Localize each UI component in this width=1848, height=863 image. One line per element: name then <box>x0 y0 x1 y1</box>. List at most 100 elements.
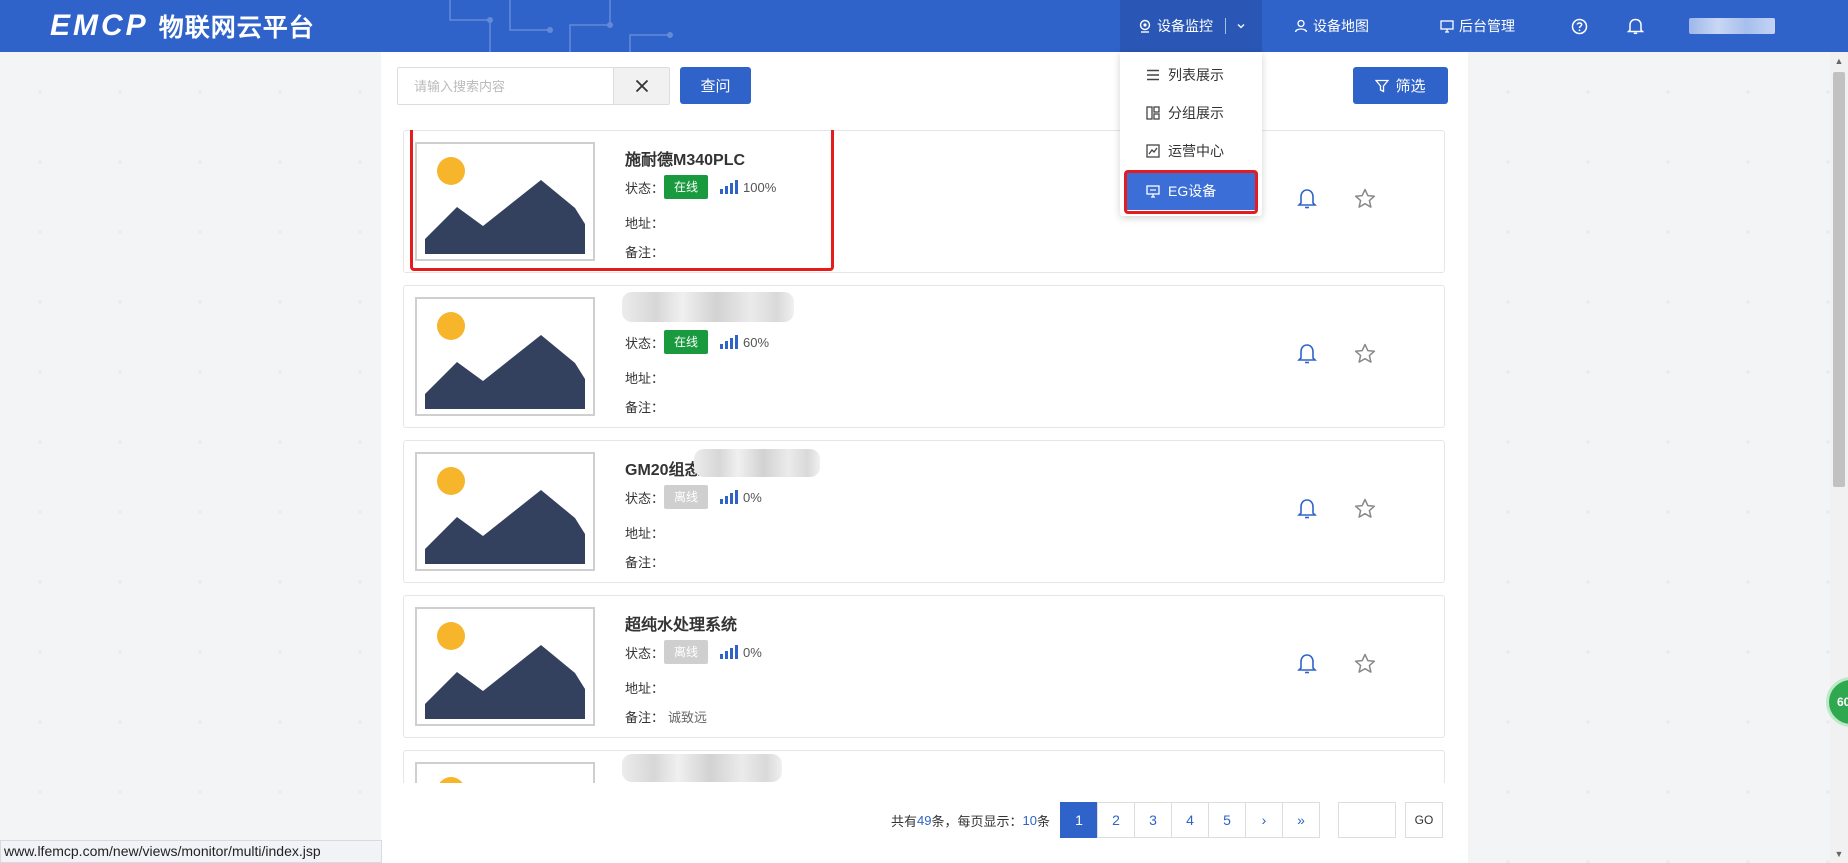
signal-strength: 60% <box>743 334 770 350</box>
nav-separator <box>1225 18 1226 34</box>
device-name[interactable]: GM20组态 <box>625 456 701 480</box>
filter-button[interactable]: 筛选 <box>1353 67 1448 104</box>
scroll-up-arrow[interactable]: ▲ <box>1830 52 1848 70</box>
menu-item-label: 列表展示 <box>1168 67 1224 83</box>
notifications-button[interactable] <box>1627 0 1649 52</box>
device-card[interactable]: 施耐德M340PLC 状态： 在线 100% 地址： 备注： <box>403 130 1445 273</box>
device-card[interactable] <box>403 750 1445 783</box>
device-address-row: 地址： <box>625 523 668 542</box>
favorite-star-icon[interactable] <box>1354 653 1376 674</box>
alarm-bell-icon[interactable] <box>1297 342 1317 364</box>
note-label: 备注： <box>625 555 665 570</box>
menu-item-label: 运营中心 <box>1168 143 1224 159</box>
device-monitor-dropdown: 列表展示 分组展示 运营中心 EG设备 <box>1120 52 1262 216</box>
close-icon <box>635 79 648 93</box>
goto-page-input[interactable] <box>1338 802 1396 838</box>
logo-emcp-text: EMCP <box>50 9 149 42</box>
alarm-bell-icon[interactable] <box>1297 652 1317 674</box>
page-button[interactable]: 5 <box>1208 802 1246 838</box>
page-scrollbar[interactable]: ▲ ▼ <box>1830 52 1848 863</box>
total-suffix: 条 <box>1036 813 1050 829</box>
note-label: 备注： <box>625 400 665 415</box>
menu-item-list-view[interactable]: 列表展示 <box>1120 56 1262 94</box>
nav-device-monitor-label: 设备监控 <box>1157 18 1213 34</box>
page-button[interactable]: 3 <box>1134 802 1172 838</box>
status-badge: 在线 <box>664 330 709 354</box>
per-page-count: 10 <box>1022 812 1037 828</box>
device-card[interactable]: 超纯水处理系统 状态： 离线 0% 地址： 备注： 诚致远 <box>403 595 1445 738</box>
chart-icon <box>1146 144 1160 158</box>
group-icon <box>1146 106 1160 120</box>
nav-device-monitor[interactable]: 设备监控 <box>1120 0 1262 52</box>
device-card[interactable]: 状态： 在线 60% 地址： 备注： <box>403 285 1445 428</box>
device-name[interactable]: 超纯水处理系统 <box>625 611 737 635</box>
nav-admin-label: 后台管理 <box>1459 18 1515 34</box>
status-label: 状态： <box>625 645 665 661</box>
page-button[interactable]: 1 <box>1060 802 1098 838</box>
device-image-placeholder <box>415 607 595 726</box>
alarm-bell-icon[interactable] <box>1297 497 1317 519</box>
device-address-row: 地址： <box>625 678 668 697</box>
monitor-camera-icon <box>1139 19 1151 33</box>
device-card[interactable]: GM20组态 状态： 离线 0% 地址： 备注： <box>403 440 1445 583</box>
go-button[interactable]: GO <box>1405 802 1443 838</box>
signal-strength: 0% <box>743 644 762 660</box>
help-button[interactable] <box>1571 0 1593 52</box>
page-button[interactable]: 2 <box>1097 802 1135 838</box>
status-label: 状态： <box>625 490 665 506</box>
status-badge: 离线 <box>664 640 709 664</box>
logo[interactable]: EMCP 物联网云平台 <box>50 8 315 44</box>
background-pattern-right <box>1468 52 1848 863</box>
chevron-down-icon[interactable] <box>1236 21 1246 31</box>
clear-search-button[interactable] <box>613 68 669 104</box>
filter-button-label: 筛选 <box>1395 78 1426 95</box>
filter-icon <box>1375 79 1390 93</box>
note-label: 备注： <box>625 710 665 725</box>
nav-device-map-label: 设备地图 <box>1313 18 1369 34</box>
menu-item-group-view[interactable]: 分组展示 <box>1120 94 1262 132</box>
device-note-row: 备注： 诚致远 <box>625 707 707 726</box>
device-address-row: 地址： <box>625 368 668 387</box>
highlight-box-first-device <box>410 130 834 271</box>
menu-item-operations-center[interactable]: 运营中心 <box>1120 132 1262 170</box>
image-placeholder-icon <box>425 312 585 409</box>
total-count: 49 <box>917 812 932 828</box>
status-label: 状态： <box>625 335 665 351</box>
circuit-decoration <box>449 0 673 52</box>
signal-icon <box>720 490 739 504</box>
user-name-blurred <box>1689 18 1775 34</box>
signal-strength: 0% <box>743 489 762 505</box>
logo-platform-name: 物联网云平台 <box>158 13 315 42</box>
image-placeholder-icon <box>425 622 585 719</box>
page-button[interactable]: 4 <box>1171 802 1209 838</box>
search-input[interactable] <box>398 68 614 104</box>
scroll-down-arrow[interactable]: ▼ <box>1830 845 1848 863</box>
background-pattern-left <box>0 52 380 863</box>
device-status-row: 状态： 在线 60% <box>625 330 769 354</box>
address-label: 地址： <box>625 371 665 386</box>
device-name-blurred <box>694 449 820 477</box>
favorite-star-icon[interactable] <box>1354 498 1376 519</box>
device-name-blurred <box>622 754 782 782</box>
device-status-row: 状态： 离线 0% <box>625 485 762 509</box>
nav-device-map[interactable]: 设备地图 <box>1294 0 1369 52</box>
pagination-info: 共有 49 条，每页显示： 10 条 <box>891 802 1050 838</box>
user-account-menu[interactable] <box>1689 0 1775 52</box>
list-icon <box>1147 69 1159 81</box>
menu-item-label: 分组展示 <box>1168 105 1224 121</box>
top-header: EMCP 物联网云平台 设备监控 设备地图 后台管理 <box>0 0 1848 52</box>
query-button[interactable]: 查问 <box>680 67 751 104</box>
next-page-button[interactable]: › <box>1245 802 1283 838</box>
image-placeholder-icon <box>425 467 585 564</box>
favorite-star-icon[interactable] <box>1354 343 1376 364</box>
device-image-placeholder <box>415 452 595 571</box>
alarm-bell-icon[interactable] <box>1297 187 1317 209</box>
last-page-button[interactable]: » <box>1282 802 1320 838</box>
total-prefix: 共有 <box>891 813 918 829</box>
favorite-star-icon[interactable] <box>1354 188 1376 209</box>
nav-admin[interactable]: 后台管理 <box>1440 0 1515 52</box>
bell-icon <box>1627 18 1644 35</box>
scroll-thumb[interactable] <box>1833 72 1845 487</box>
device-status-row: 状态： 离线 0% <box>625 640 762 664</box>
address-label: 地址： <box>625 681 665 696</box>
